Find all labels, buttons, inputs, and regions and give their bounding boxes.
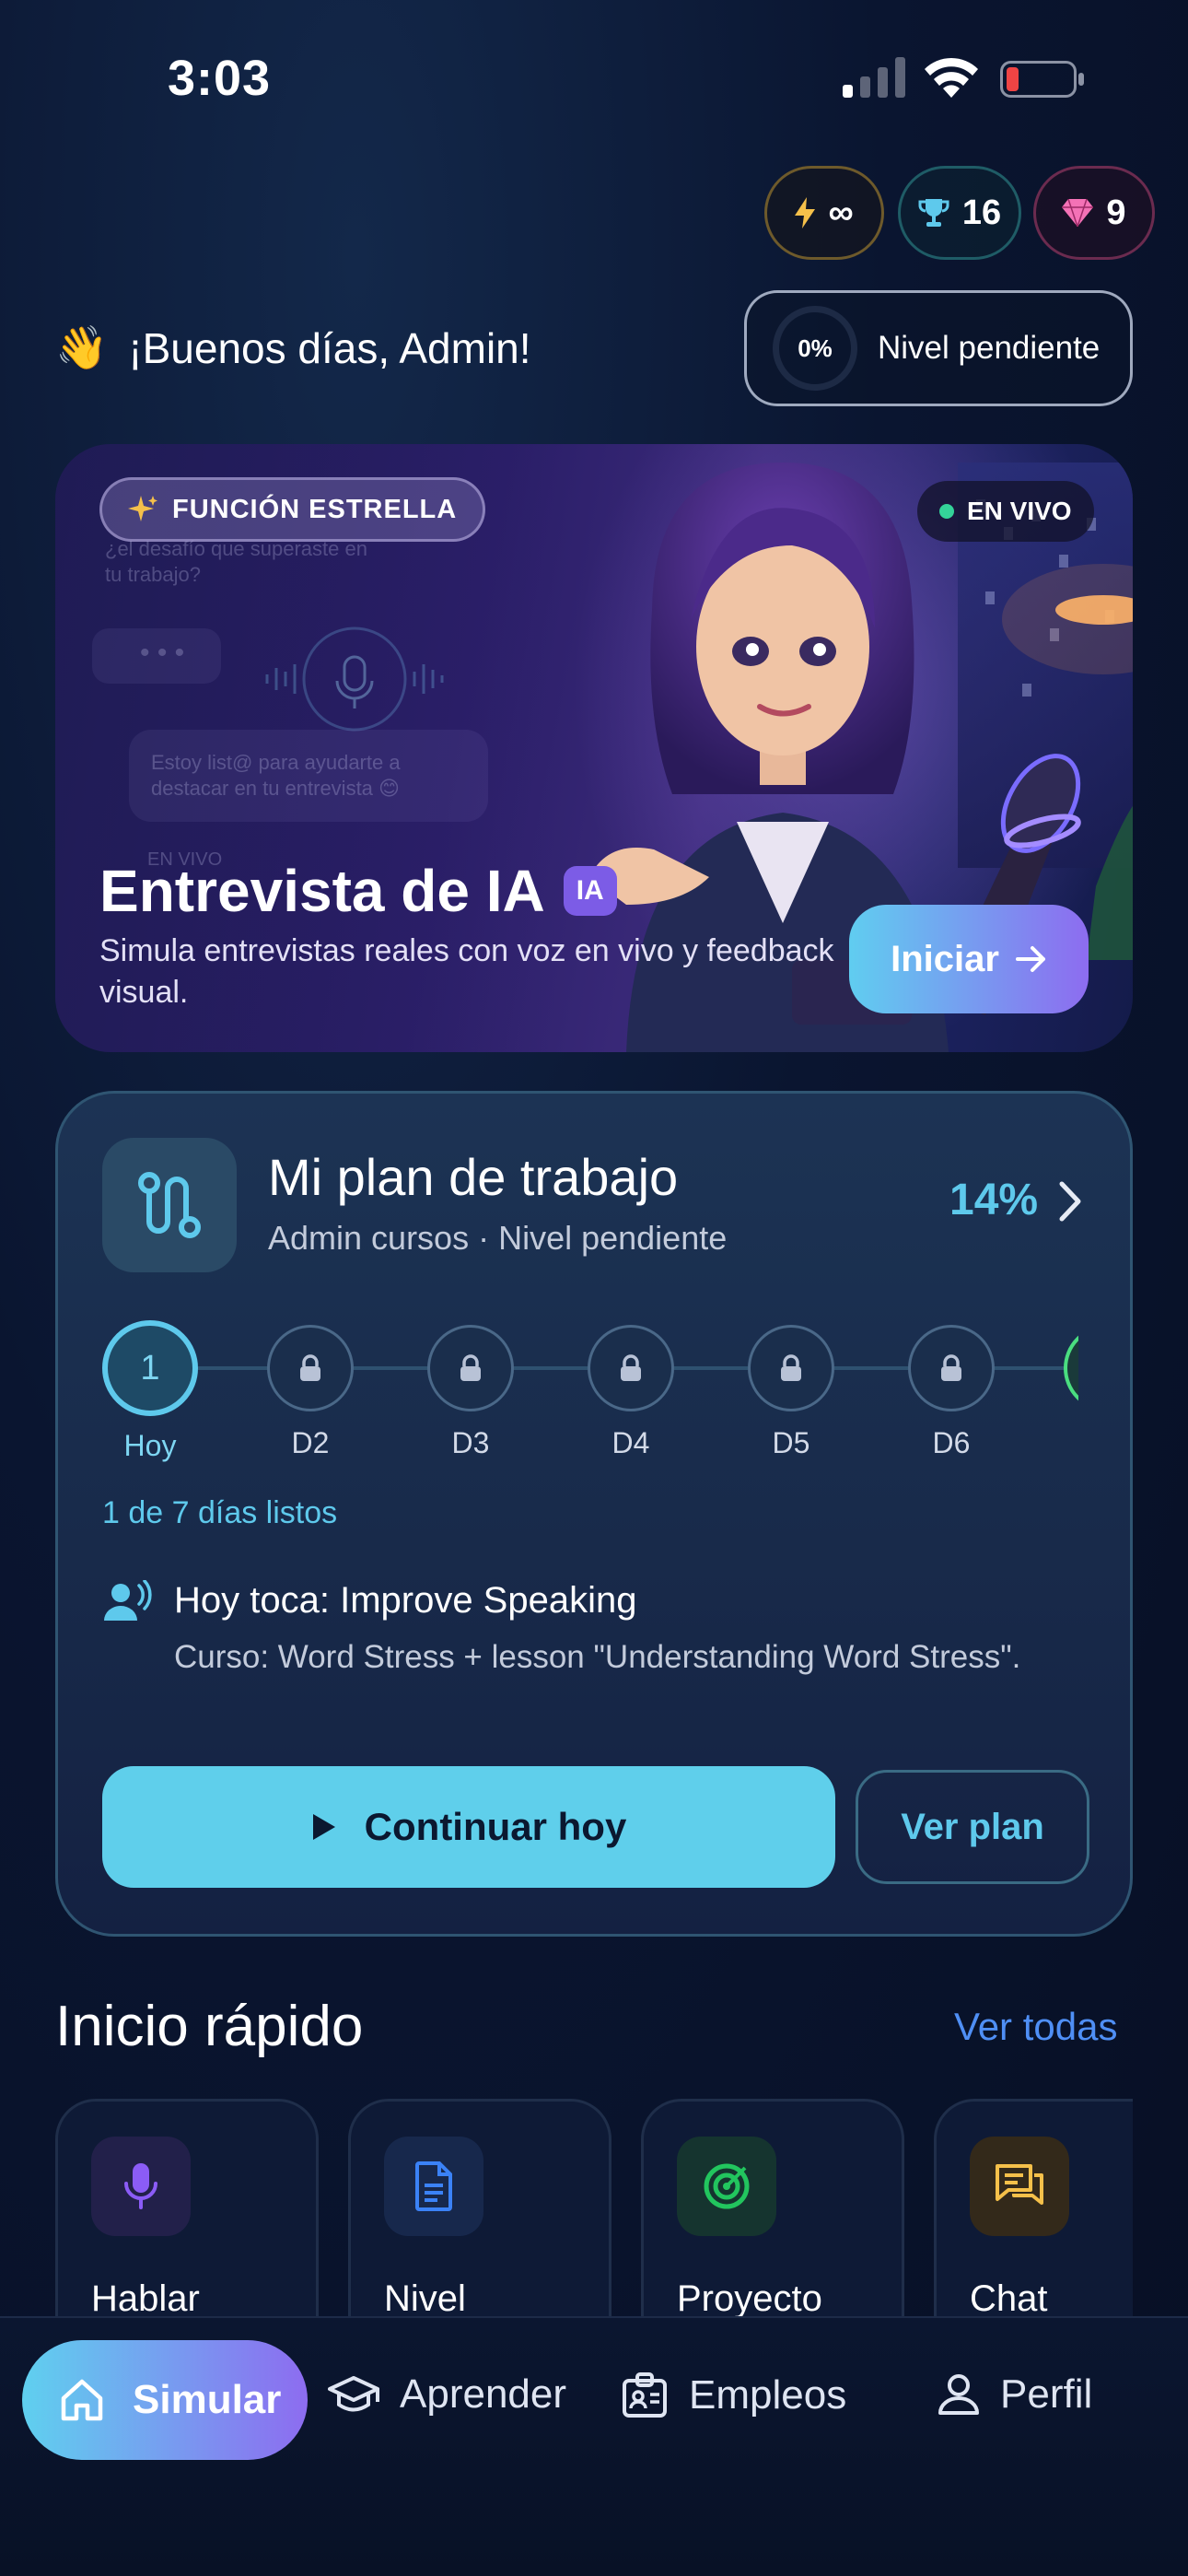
plan-percent[interactable]: 14% — [949, 1175, 1038, 1225]
day-2[interactable]: D2 — [262, 1325, 358, 1460]
user-icon — [938, 2374, 979, 2415]
hero-title: Entrevista de IA IA — [99, 857, 617, 925]
ia-badge: IA — [563, 866, 617, 916]
route-icon — [102, 1138, 237, 1272]
microphone-icon — [91, 2137, 191, 2236]
lock-icon — [588, 1325, 674, 1411]
lightning-icon — [795, 197, 816, 228]
day-7-goal[interactable] — [1064, 1325, 1078, 1411]
start-interview-label: Iniciar — [891, 938, 999, 979]
play-icon — [312, 1814, 335, 1840]
greeting: 👋 ¡Buenos días, Admin! — [55, 322, 531, 373]
quick-start-list: Hablar Nivel Proyecto Chat — [55, 2099, 1133, 2318]
lock-icon — [427, 1325, 514, 1411]
quick-start-chat[interactable]: Chat — [934, 2099, 1133, 2318]
greeting-text: ¡Buenos días, Admin! — [128, 323, 531, 372]
quick-start-project[interactable]: Proyecto — [641, 2099, 904, 2318]
trophy-value: 16 — [961, 193, 1002, 232]
nav-aprender[interactable]: Aprender — [328, 2371, 566, 2418]
quick-start-level-label: Nivel — [384, 2278, 466, 2318]
view-plan-button[interactable]: Ver plan — [856, 1770, 1089, 1884]
quick-start-level[interactable]: Nivel — [348, 2099, 611, 2318]
day-5[interactable]: D5 — [743, 1325, 839, 1460]
live-badge-label: EN VIVO — [967, 497, 1072, 525]
nav-aprender-label: Aprender — [400, 2371, 567, 2417]
quick-start-chat-label: Chat — [970, 2278, 1048, 2318]
home-icon — [61, 2379, 103, 2421]
start-interview-button[interactable]: Iniciar — [849, 905, 1089, 1013]
lock-icon — [267, 1325, 354, 1411]
continue-today-label: Continuar hoy — [364, 1805, 627, 1848]
nav-perfil[interactable]: Perfil — [938, 2371, 1092, 2418]
hero-subtitle: Simula entrevistas reales con voz en viv… — [99, 933, 834, 1010]
energy-stat[interactable]: ∞ — [764, 166, 884, 260]
day-4-label: D4 — [611, 1426, 650, 1459]
ai-interview-card[interactable]: ¿el desafío que superaste en tu trabajo?… — [55, 444, 1133, 1052]
nav-empleos-label: Empleos — [689, 2372, 847, 2418]
energy-value: ∞ — [828, 193, 854, 232]
day-5-label: D5 — [772, 1426, 810, 1459]
lock-icon — [748, 1325, 834, 1411]
featured-badge-label: FUNCIÓN ESTRELLA — [172, 494, 458, 524]
battery-icon — [1000, 61, 1084, 98]
day-current-circle: 1 — [102, 1320, 198, 1416]
gem-stat[interactable]: 9 — [1033, 166, 1155, 260]
cellular-signal-icon — [843, 57, 905, 98]
id-badge-icon — [623, 2372, 667, 2418]
day-6-label: D6 — [932, 1426, 971, 1459]
nav-simular[interactable]: Simular — [22, 2340, 308, 2460]
quick-start-speak-label: Hablar — [91, 2278, 200, 2318]
hero-title-text: Entrevista de IA — [99, 858, 545, 924]
live-badge: EN VIVO — [917, 481, 1094, 542]
graduation-cap-icon — [328, 2376, 379, 2412]
level-progress-ring: 0% — [773, 306, 857, 391]
level-percent: 0% — [798, 334, 833, 362]
work-plan-card: Mi plan de trabajo Admin cursos · Nivel … — [55, 1091, 1133, 1937]
trophy-icon — [918, 199, 949, 227]
gem-icon — [1062, 199, 1094, 227]
day-3[interactable]: D3 — [423, 1325, 518, 1460]
arrow-right-icon — [1015, 946, 1045, 972]
day-3-label: D3 — [451, 1426, 490, 1459]
trophy-stat[interactable]: 16 — [898, 166, 1021, 260]
day-2-label: D2 — [291, 1426, 330, 1459]
day-6[interactable]: D6 — [903, 1325, 999, 1460]
document-icon — [384, 2137, 483, 2236]
status-time: 3:03 — [168, 51, 272, 106]
nav-simular-label: Simular — [133, 2377, 282, 2422]
days-ready-count: 1 de 7 días listos — [102, 1495, 338, 1530]
featured-badge: FUNCIÓN ESTRELLA — [99, 477, 486, 542]
voice-wave-mic-icon — [265, 626, 444, 732]
lock-icon — [908, 1325, 995, 1411]
nav-empleos[interactable]: Empleos — [621, 2371, 846, 2419]
waving-hand-icon: 👋 — [55, 323, 109, 371]
level-label: Nivel pendiente — [878, 330, 1101, 366]
target-icon — [677, 2137, 776, 2236]
chat-icon — [970, 2137, 1069, 2236]
speaking-person-icon — [104, 1580, 152, 1621]
sparkle-icon — [128, 496, 157, 521]
day-4[interactable]: D4 — [583, 1325, 679, 1460]
quick-start-project-label: Proyecto — [677, 2278, 822, 2318]
ghost-typing: • • • — [140, 638, 185, 668]
level-chip[interactable]: 0% Nivel pendiente — [744, 290, 1133, 406]
plan-title: Mi plan de trabajo — [268, 1148, 679, 1206]
continue-today-button[interactable]: Continuar hoy — [102, 1766, 835, 1888]
see-all-link[interactable]: Ver todas — [954, 2005, 1117, 2049]
ghost-question: ¿el desafío que superaste en tu trabajo? — [105, 537, 367, 586]
live-dot-icon — [939, 504, 954, 519]
quick-start-title: Inicio rápido — [55, 1995, 364, 2058]
gem-value: 9 — [1106, 193, 1126, 232]
today-task-description: Curso: Word Stress + lesson "Understandi… — [174, 1639, 1021, 1675]
plan-subtitle: Admin cursos · Nivel pendiente — [268, 1219, 728, 1257]
chevron-right-icon[interactable] — [1056, 1180, 1084, 1223]
quick-start-speak[interactable]: Hablar — [55, 2099, 319, 2318]
ghost-reply: Estoy list@ para ayudarte a destacar en … — [151, 751, 401, 800]
nav-perfil-label: Perfil — [1000, 2371, 1093, 2417]
wifi-icon — [925, 57, 978, 98]
day-progress-track: 1 Hoy D2 D3 D4 D5 D6 — [102, 1320, 1078, 1468]
day-current[interactable]: 1 Hoy — [102, 1320, 198, 1463]
today-task-title: Hoy toca: Improve Speaking — [174, 1580, 637, 1621]
day-current-label: Hoy — [123, 1429, 177, 1462]
